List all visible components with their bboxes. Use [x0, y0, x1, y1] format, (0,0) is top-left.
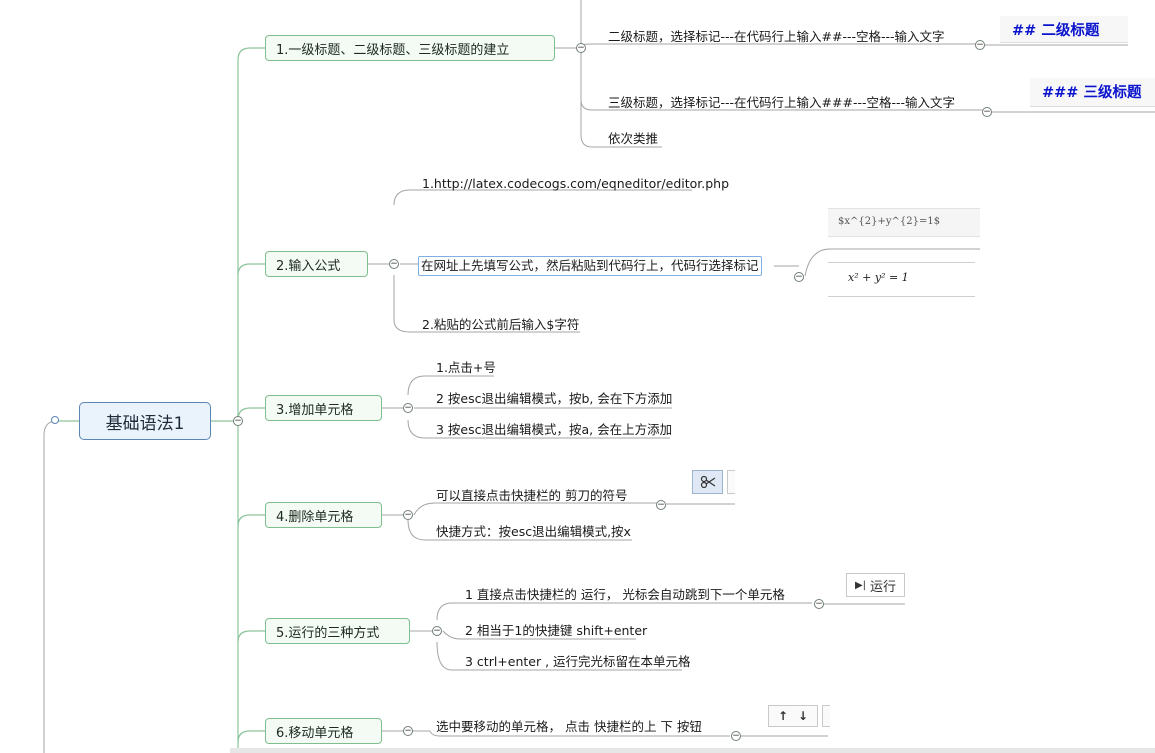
root-topic-label: 基础语法1 — [105, 413, 185, 434]
leaf-scissors[interactable]: 可以直接点击快捷栏的 剪刀的符号 — [436, 488, 627, 504]
leaf-latex-url[interactable]: 1.http://latex.codecogs.com/eqneditor/ed… — [422, 176, 729, 192]
branch-formula-toggle[interactable]: − — [389, 259, 399, 269]
h2-sample-image: ## 二级标题 — [1000, 16, 1128, 43]
next-toolbar-button-edge — [727, 470, 735, 494]
h3-sample-text: ### 三级标题 — [1042, 85, 1142, 101]
latex-rendered-text: x² + y² = 1 — [848, 271, 909, 284]
branch-delete-cell[interactable]: 4.删除单元格 — [265, 502, 382, 528]
run-button-label: 运行 — [870, 579, 897, 595]
branch-move-cell[interactable]: 6.移动单元格 — [265, 718, 382, 744]
leaf-paste-formula-toggle[interactable]: − — [794, 272, 804, 282]
leaf-esc-x[interactable]: 快捷方式：按esc退出编辑模式,按x — [436, 524, 631, 540]
leaf-esc-b[interactable]: 2 按esc退出编辑模式，按b, 会在下方添加 — [436, 391, 672, 407]
run-button-image: ▶︎| 运行 — [846, 573, 905, 597]
move-toolbar-image: ↑ ↓ — [764, 700, 830, 734]
leaf-paste-formula[interactable]: 在网址上先填写公式，然后粘贴到代码行上，代码行选择标记 — [418, 256, 762, 276]
leaf-run-toolbar-toggle[interactable]: − — [814, 599, 824, 609]
latex-source-image: $x^{2}+y^{2}=1$ — [828, 208, 980, 237]
leaf-esc-a[interactable]: 3 按esc退出编辑模式，按a, 会在上方添加 — [436, 422, 672, 438]
leaf-h2[interactable]: 二级标题，选择标记---在代码行上输入##---空格---输入文字 — [608, 29, 945, 45]
branch-formula[interactable]: 2.输入公式 — [265, 251, 368, 277]
root-collapse-toggle[interactable]: − — [233, 416, 243, 426]
latex-rendered-image: x² + y² = 1 — [828, 262, 975, 297]
branch-headings-toggle[interactable]: − — [576, 43, 586, 53]
branch-run-methods-label: 5.运行的三种方式 — [276, 625, 380, 641]
root-left-connector — [51, 416, 59, 424]
run-icon: ▶︎| — [854, 579, 867, 591]
branch-add-cell[interactable]: 3.增加单元格 — [265, 395, 382, 421]
branch-delete-cell-label: 4.删除单元格 — [276, 509, 354, 525]
branch-move-cell-toggle[interactable]: − — [403, 726, 413, 736]
arrow-up-icon: ↑ — [777, 709, 788, 723]
leaf-dollar-signs[interactable]: 2.粘贴的公式前后输入$字符 — [422, 317, 579, 333]
leaf-h3[interactable]: 三级标题，选择标记---在代码行上输入###---空格---输入文字 — [608, 95, 955, 111]
scissors-icon-svg — [700, 475, 715, 489]
leaf-etc[interactable]: 依次类推 — [608, 131, 658, 147]
branch-headings[interactable]: 1.一级标题、二级标题、三级标题的建立 — [265, 35, 555, 61]
leaf-ctrl-enter[interactable]: 3 ctrl+enter , 运行完光标留在本单元格 — [465, 654, 691, 670]
next-toolbar-button-edge-2 — [822, 705, 830, 727]
branch-headings-label: 1.一级标题、二级标题、三级标题的建立 — [276, 42, 510, 58]
scissors-icon — [692, 470, 723, 494]
branch-delete-cell-toggle[interactable]: − — [403, 510, 413, 520]
scissors-toolbar-image — [690, 468, 735, 502]
latex-source-text: $x^{2}+y^{2}=1$ — [838, 216, 941, 227]
leaf-run-toolbar[interactable]: 1 直接点击快捷栏的 运行， 光标会自动跳到下一个单元格 — [465, 587, 785, 603]
leaf-h2-toggle[interactable]: − — [975, 40, 985, 50]
branch-move-cell-label: 6.移动单元格 — [276, 725, 354, 741]
h3-sample-image: ### 三级标题 — [1030, 78, 1155, 107]
leaf-h3-toggle[interactable]: − — [982, 107, 992, 117]
branch-add-cell-toggle[interactable]: − — [403, 403, 413, 413]
branch-formula-label: 2.输入公式 — [276, 258, 341, 274]
branch-run-methods[interactable]: 5.运行的三种方式 — [265, 618, 410, 644]
arrow-down-icon: ↓ — [798, 709, 809, 723]
root-topic[interactable]: 基础语法1 — [79, 402, 211, 440]
leaf-move-buttons-toggle[interactable]: − — [731, 731, 741, 741]
leaf-shift-enter[interactable]: 2 相当于1的快捷键 shift+enter — [465, 623, 647, 639]
leaf-scissors-toggle[interactable]: − — [656, 500, 666, 510]
branch-run-methods-toggle[interactable]: − — [432, 626, 442, 636]
h2-sample-text: ## 二级标题 — [1012, 23, 1100, 39]
leaf-click-plus[interactable]: 1.点击+号 — [436, 360, 496, 376]
move-button-group: ↑ ↓ — [768, 705, 818, 727]
branch-add-cell-label: 3.增加单元格 — [276, 402, 354, 418]
leaf-move-buttons[interactable]: 选中要移动的单元格， 点击 快捷栏的上 下 按钮 — [436, 719, 702, 735]
horizontal-scrollbar[interactable] — [230, 748, 1155, 753]
